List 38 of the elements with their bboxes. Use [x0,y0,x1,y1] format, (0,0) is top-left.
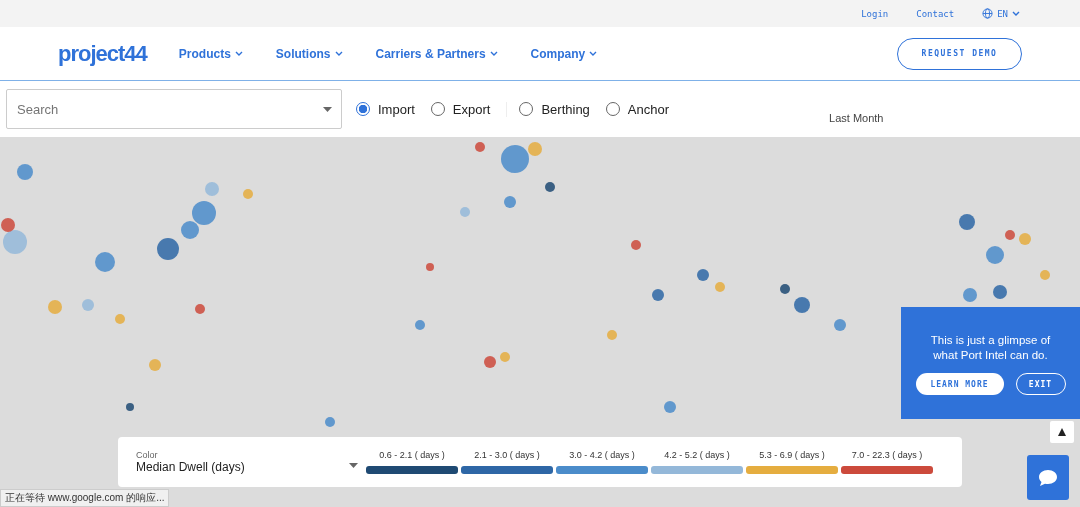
dropdown-arrow-icon [323,107,332,112]
caret-icon [489,50,498,57]
range-label: 0.6 - 2.1 ( days ) [379,450,445,460]
radio-button[interactable] [356,102,370,116]
caret-icon [1012,10,1020,17]
range-label: 2.1 - 3.0 ( days ) [474,450,540,460]
range-label: 7.0 - 22.3 ( days ) [851,450,923,460]
caret-icon [589,50,598,57]
search-field[interactable]: Search [6,89,342,129]
request-demo-button[interactable]: REQUEST DEMO [897,37,1022,70]
nav-menu-item[interactable]: Products [178,46,243,61]
compass-button[interactable] [1050,421,1074,443]
browser-status-bar: 正在等待 www.google.com 的响应... [0,489,170,507]
radio-label: Anchor [627,101,670,117]
chat-button[interactable] [1027,455,1069,500]
learn-more-button[interactable]: LEARN MORE [915,373,1004,395]
top-link[interactable]: Login [861,8,889,19]
chat-bubble-icon [1038,468,1058,487]
caret-icon [234,50,243,57]
period-label: Last Month [829,112,884,124]
nav-menu-item[interactable]: Company [530,46,598,61]
dropdown-arrow-icon [349,463,358,468]
nav-menu-item[interactable]: Carriers & Partners [375,46,498,61]
arrow-up-icon [1058,428,1066,436]
nav-menu-item[interactable]: Solutions [275,46,343,61]
range-label: 5.3 - 6.9 ( days ) [759,450,825,460]
language-selector[interactable]: EN [982,8,1020,19]
color-dropdown[interactable]: Color Median Dwell (days) [136,450,358,474]
radio-label: Import [378,101,415,117]
range-label: 3.0 - 4.2 ( days ) [569,450,635,460]
radio-label: Export [452,101,491,117]
caret-icon [334,50,343,57]
globe-icon [982,8,994,19]
logo[interactable]: project44 [58,40,147,67]
range-label: 4.2 - 5.2 ( days ) [664,450,730,460]
top-link[interactable]: Contact [916,8,955,19]
promo-text: This is just a glimpse of what Port Intel can do. [929,333,1052,363]
radio-label: Berthing [541,101,590,117]
